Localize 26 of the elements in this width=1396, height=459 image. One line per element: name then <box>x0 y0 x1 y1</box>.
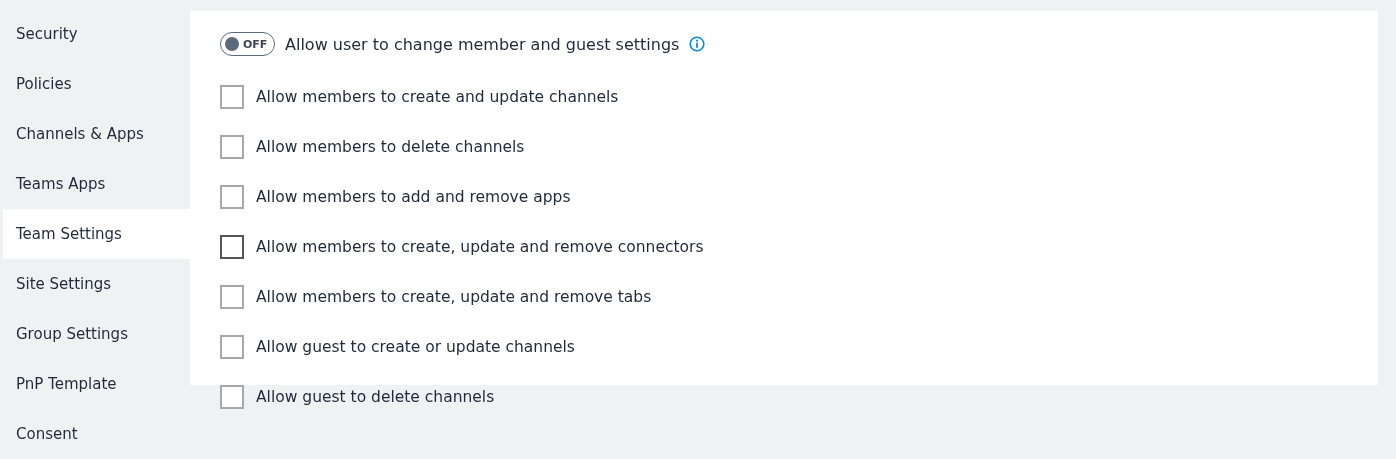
checkbox-label: Allow members to add and remove apps <box>256 188 571 206</box>
checkbox-label: Allow guest to delete channels <box>256 388 495 406</box>
sidebar-item[interactable]: Channels & Apps <box>3 109 190 159</box>
checkbox-label: Allow members to delete channels <box>256 138 525 156</box>
checkbox-label: Allow members to create, update and remove tabs <box>256 288 652 306</box>
checkbox[interactable] <box>220 85 244 109</box>
checkbox-label: Allow members to create and update channels <box>256 88 619 106</box>
sidebar-item[interactable]: Teams Apps <box>3 159 190 209</box>
checkbox-label: Allow guest to create or update channels <box>256 338 575 356</box>
sidebar-item[interactable]: Security <box>3 9 190 59</box>
checkbox[interactable] <box>220 235 244 259</box>
sidebar-item[interactable]: Consent <box>3 409 190 459</box>
checkbox[interactable] <box>220 335 244 359</box>
sidebar-item[interactable]: PnP Template <box>3 359 190 409</box>
sidebar-item[interactable]: Team Settings <box>3 209 190 259</box>
checkbox-label: Allow members to create, update and remove connectors <box>256 238 704 256</box>
sidebar-item[interactable]: Policies <box>3 59 190 109</box>
checkbox[interactable] <box>220 185 244 209</box>
toggle-switch[interactable]: OFF <box>220 32 275 56</box>
checkbox[interactable] <box>220 285 244 309</box>
info-icon[interactable] <box>689 36 706 52</box>
sidebar-item[interactable]: Site Settings <box>3 259 190 309</box>
sidebar-item[interactable]: Group Settings <box>3 309 190 359</box>
toggle-label: Allow user to change member and guest settings <box>285 34 680 54</box>
checkbox[interactable] <box>220 135 244 159</box>
checkbox[interactable] <box>220 385 244 409</box>
